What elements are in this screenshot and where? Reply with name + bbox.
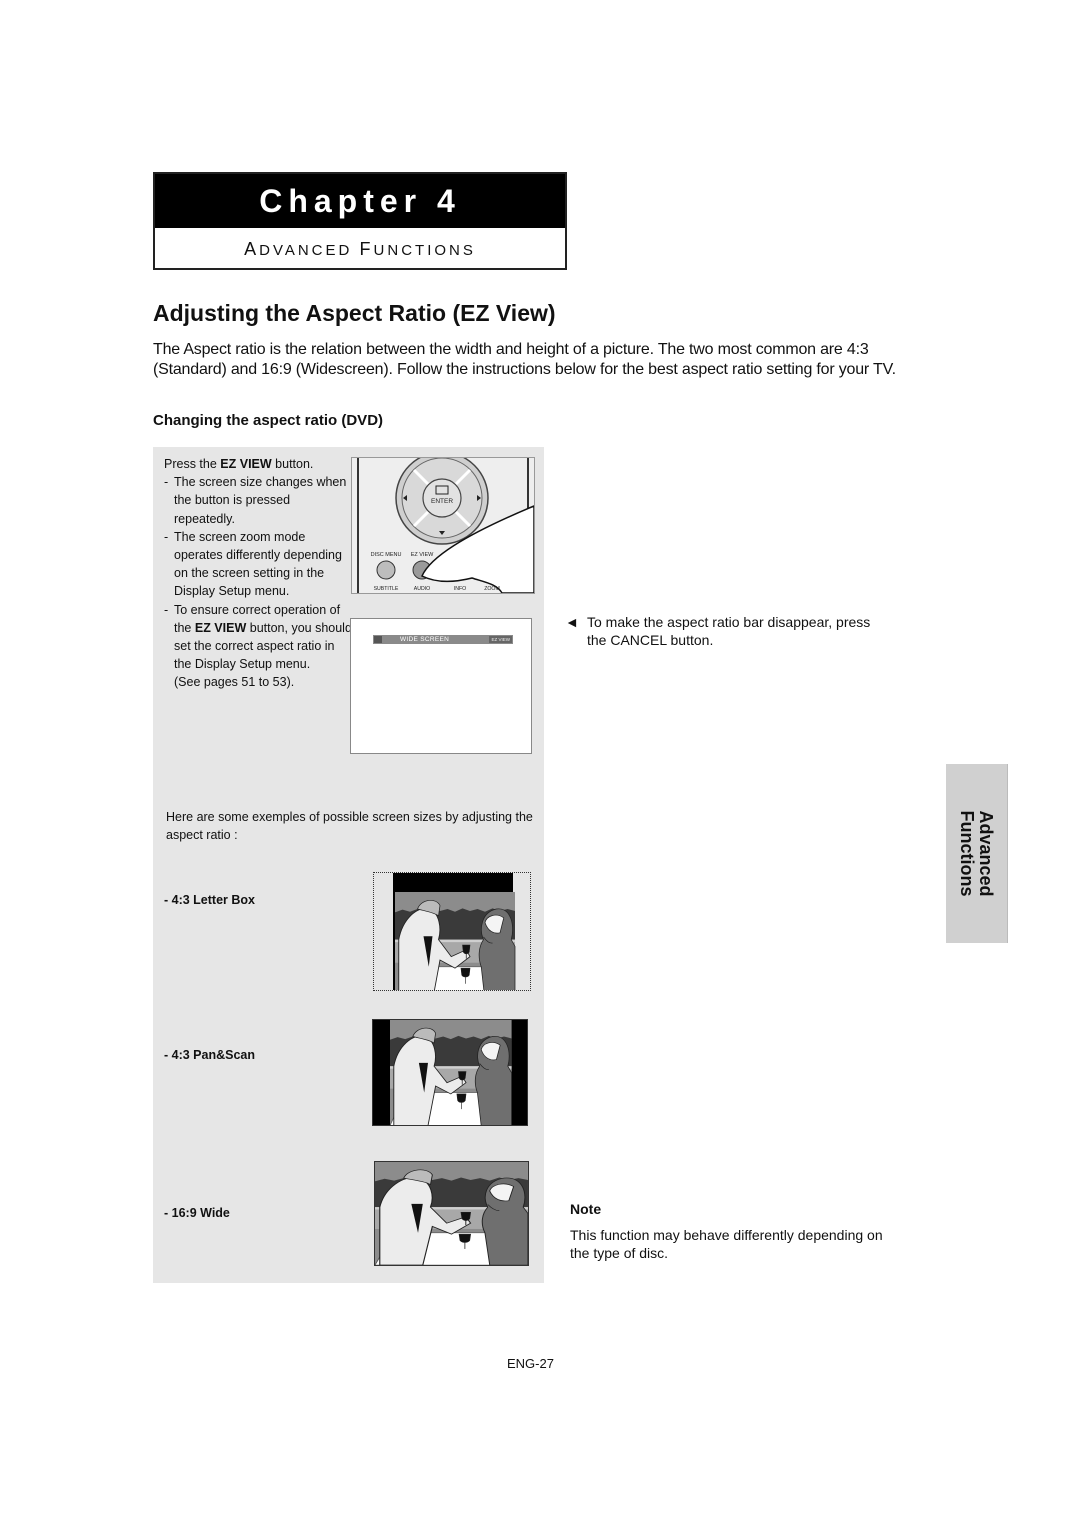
step-press: Press the EZ VIEW button. xyxy=(164,455,354,473)
letterbox-scene xyxy=(393,873,516,1002)
remote-drawing: ENTER DISC MENU EZ VIEW SUBTITLE AUDIO I… xyxy=(352,458,534,593)
example-image-letterbox xyxy=(373,872,531,1002)
bullet-item: The screen size changes when the button … xyxy=(164,473,354,528)
bullet-item: The screen zoom mode operates differentl… xyxy=(164,528,354,601)
page-title: Adjusting the Aspect Ratio (EZ View) xyxy=(153,300,556,326)
ez-view-button-label: EZ VIEW xyxy=(220,457,272,471)
example-label-panscan: - 4:3 Pan&Scan xyxy=(164,1048,256,1062)
cancel-note-text: To make the aspect ratio bar disappear, … xyxy=(587,614,871,648)
wide-scene xyxy=(374,1161,529,1266)
step-text: Press the xyxy=(164,457,221,471)
chapter-side-tab: Advanced Functions xyxy=(946,764,1008,943)
step-text: button. xyxy=(271,457,314,471)
bullet-item: To ensure correct operation of the EZ VI… xyxy=(164,601,354,674)
tv-screen-illustration: WIDE SCREEN EZ VIEW xyxy=(350,618,532,754)
enter-label: ENTER xyxy=(431,498,453,505)
example-label-wide: - 16:9 Wide xyxy=(164,1206,230,1220)
audio-label: AUDIO xyxy=(414,586,430,592)
aspect-ratio-icon xyxy=(374,636,382,643)
disc-menu-button-icon xyxy=(376,560,396,580)
osd-mode-text: WIDE SCREEN xyxy=(400,636,450,643)
side-tab-line1: Advanced xyxy=(976,810,997,897)
step-bullets: The screen size changes when the button … xyxy=(164,473,354,673)
section-subheading: Changing the aspect ratio (DVD) xyxy=(153,412,384,429)
instruction-steps: Press the EZ VIEW button. The screen siz… xyxy=(164,455,354,692)
subtitle-label: SUBTITLE xyxy=(374,586,399,592)
example-image-panscan xyxy=(372,1019,528,1127)
zoom-label: ZOOM xyxy=(484,586,500,592)
info-label: INFO xyxy=(454,586,466,592)
ez-view-label: EZ VIEW xyxy=(411,552,434,558)
side-tab-label: Advanced Functions xyxy=(946,764,1007,943)
remote-control-illustration: ENTER DISC MENU EZ VIEW SUBTITLE AUDIO I… xyxy=(351,457,535,594)
side-tab-line2: Functions xyxy=(957,810,978,897)
osd-badge: EZ VIEW xyxy=(489,636,512,643)
page-number: ENG-27 xyxy=(507,1356,554,1371)
intro-paragraph: The Aspect ratio is the relation between… xyxy=(153,341,896,378)
note-text: This function may behave differently dep… xyxy=(570,1227,883,1261)
left-arrow-icon: ◄ xyxy=(565,614,579,630)
example-image-wide xyxy=(374,1161,529,1266)
disc-menu-label: DISC MENU xyxy=(371,552,402,558)
example-label-letterbox: - 4:3 Letter Box xyxy=(164,893,255,907)
osd-bar: WIDE SCREEN EZ VIEW xyxy=(373,635,513,644)
page-reference: (See pages 51 to 53). xyxy=(174,675,295,690)
note-title: Note xyxy=(570,1201,602,1217)
chapter-title: Chapter 4 xyxy=(155,174,565,228)
examples-intro: Here are some exemples of possible scree… xyxy=(166,810,533,843)
chapter-header: Chapter 4 ADVANCED FUNCTIONS xyxy=(153,172,567,270)
panscan-scene xyxy=(373,1019,527,1127)
chapter-subtitle: ADVANCED FUNCTIONS xyxy=(244,239,476,259)
ez-view-button-label: EZ VIEW xyxy=(194,620,247,635)
